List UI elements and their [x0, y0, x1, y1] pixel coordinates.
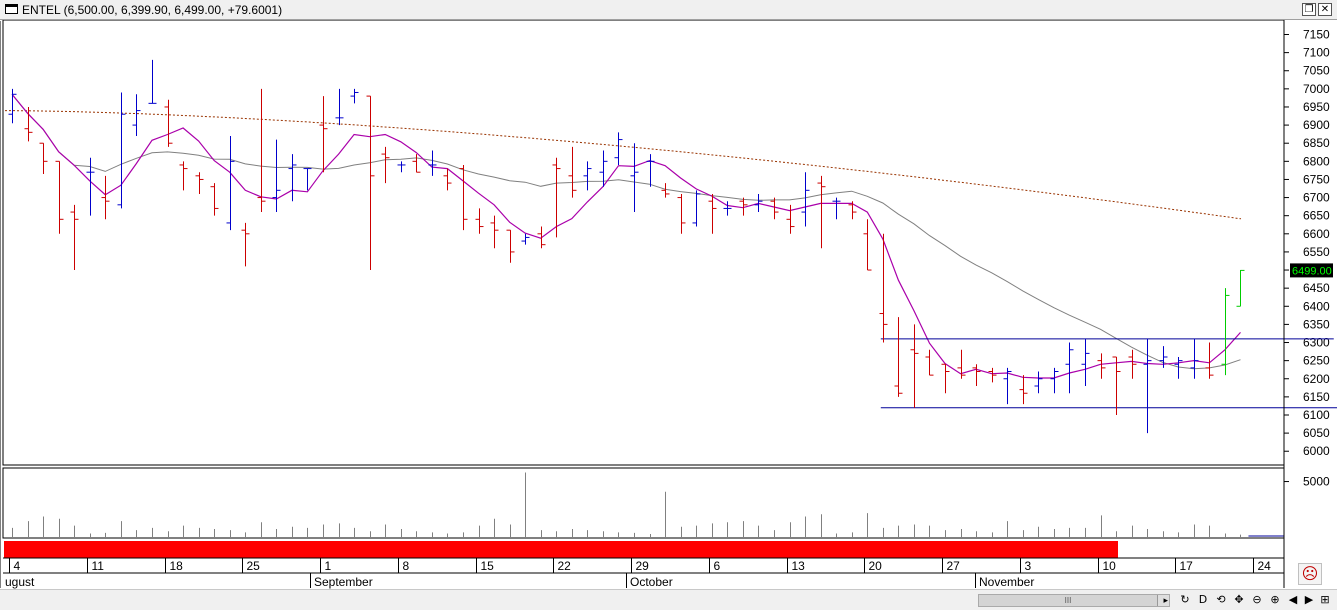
last-price-label: 6499.00 [1292, 265, 1332, 277]
y-tick-label: 6450 [1303, 281, 1330, 295]
y-tick-label: 7100 [1303, 46, 1330, 60]
x-month-label: November [979, 575, 1034, 589]
horizontal-scrollbar[interactable]: III ▸ [978, 594, 1170, 607]
x-month-label: September [314, 575, 373, 589]
x-day-label: 6 [714, 559, 721, 573]
x-day-label: 18 [170, 559, 184, 573]
x-day-label: 8 [403, 559, 410, 573]
x-day-label: 25 [247, 559, 261, 573]
y-tick-label: 7050 [1303, 64, 1330, 78]
x-day-label: 17 [1180, 559, 1194, 573]
x-day-label: 13 [792, 559, 806, 573]
y-tick-label: 6150 [1303, 390, 1330, 404]
status-bar: III ▸ ↻ D ⟲ ✥ ⊖ ⊕ ◀ ▶ ⊞ [0, 589, 1337, 610]
x-day-label: 29 [636, 559, 650, 573]
y-tick-label: 6300 [1303, 336, 1330, 350]
volume-panel [2, 467, 1285, 539]
price-panel [2, 20, 1285, 466]
sad-face-icon[interactable]: ☹ [1298, 563, 1322, 585]
zoom-in-icon[interactable]: ⊕ [1268, 593, 1282, 607]
y-tick-label: 6950 [1303, 100, 1330, 114]
y-tick-label: 6800 [1303, 154, 1330, 168]
scroll-right-arrow-icon[interactable]: ▸ [1163, 595, 1168, 606]
y-tick-label: 6250 [1303, 354, 1330, 368]
y-tick-label: 7000 [1303, 82, 1330, 96]
y-tick-label: 6200 [1303, 372, 1330, 386]
y-tick-label: 6700 [1303, 191, 1330, 205]
y-tick-label: 6850 [1303, 136, 1330, 150]
y-tick-label: 6550 [1303, 245, 1330, 259]
y-tick-label: 6900 [1303, 118, 1330, 132]
y-tick-label: 7150 [1303, 27, 1330, 41]
restore-button[interactable]: ❐ [1302, 3, 1316, 16]
volume-y-tick-label: 5000 [1303, 475, 1330, 489]
window-icon [5, 4, 18, 14]
x-day-label: 24 [1258, 559, 1272, 573]
x-day-label: 4 [14, 559, 21, 573]
pan-icon[interactable]: ✥ [1232, 593, 1246, 607]
x-day-label: 3 [1025, 559, 1032, 573]
zoom-out-icon[interactable]: ⊖ [1250, 593, 1264, 607]
y-tick-label: 6650 [1303, 209, 1330, 223]
data-range-band [4, 541, 1118, 558]
x-day-label: 1 [325, 559, 332, 573]
x-month-label: ugust [5, 575, 35, 589]
y-tick-label: 6350 [1303, 317, 1330, 331]
scroll-left-icon[interactable]: ◀ [1286, 593, 1300, 607]
y-tick-label: 6100 [1303, 408, 1330, 422]
y-tick-label: 6050 [1303, 426, 1330, 440]
close-button[interactable]: ✕ [1318, 3, 1332, 16]
scroll-right-icon[interactable]: ▶ [1302, 593, 1316, 607]
x-day-label: 22 [558, 559, 572, 573]
refresh-icon[interactable]: ↻ [1178, 593, 1192, 607]
y-tick-label: 6750 [1303, 172, 1330, 186]
y-tick-label: 6600 [1303, 227, 1330, 241]
x-day-label: 27 [947, 559, 961, 573]
price-chart[interactable]: 7150 7100 7050 7000 6950 6900 6850 6800 6750 6700… [0, 20, 1337, 589]
daily-period-button[interactable]: D [1196, 593, 1210, 607]
y-tick-label: 6400 [1303, 299, 1330, 313]
title-bar: ENTEL (6,500.00, 6,399.90, 6,499.00, +79… [0, 0, 1337, 20]
scroll-thumb[interactable]: III [979, 595, 1158, 606]
grid-icon[interactable]: ⊞ [1318, 593, 1332, 607]
x-day-label: 15 [481, 559, 495, 573]
x-day-label: 10 [1103, 559, 1117, 573]
window-title: ENTEL (6,500.00, 6,399.90, 6,499.00, +79… [22, 3, 283, 17]
y-tick-label: 6000 [1303, 444, 1330, 458]
x-month-label: October [630, 575, 673, 589]
x-day-label: 20 [869, 559, 883, 573]
undo-icon[interactable]: ⟲ [1214, 593, 1228, 607]
x-day-label: 11 [92, 559, 105, 573]
